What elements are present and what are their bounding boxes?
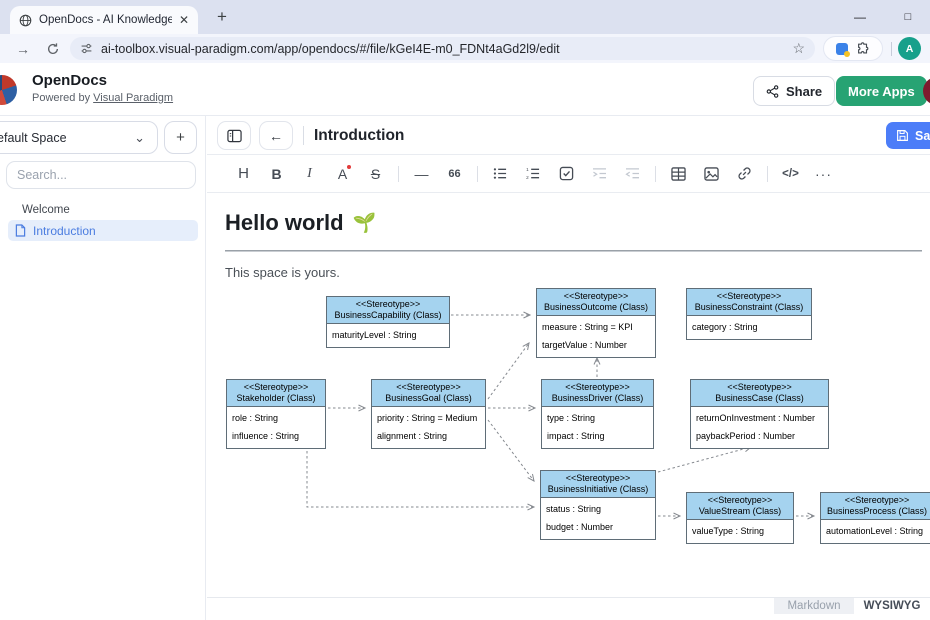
editor-main: ← Introduction Save H B I A S — 66 bbox=[207, 116, 930, 620]
sidebar-search[interactable] bbox=[6, 161, 196, 189]
sidebar-item-introduction[interactable]: Introduction bbox=[8, 220, 198, 241]
toolbar-divider bbox=[398, 166, 399, 182]
font-color-button[interactable]: A bbox=[326, 161, 359, 187]
indent-button[interactable] bbox=[583, 161, 616, 187]
extensions-pill bbox=[823, 36, 883, 61]
more-tools-button[interactable]: ··· bbox=[807, 161, 840, 187]
font-color-label: A bbox=[338, 166, 347, 182]
doc-body-text: This space is yours. bbox=[225, 265, 340, 280]
color-dot bbox=[347, 165, 351, 169]
navbar-separator bbox=[891, 42, 892, 56]
reload-button[interactable] bbox=[42, 38, 64, 60]
sidebar: Default Space ⌄ + Welcome Introduction bbox=[0, 116, 206, 620]
app-header: OpenDocs Powered by Visual Paradigm Shar… bbox=[0, 63, 930, 116]
add-space-button[interactable]: + bbox=[164, 121, 197, 154]
browser-tab[interactable]: OpenDocs - AI Knowledge Base ✕ bbox=[10, 6, 198, 34]
space-selector[interactable]: Default Space ⌄ bbox=[0, 121, 158, 154]
bookmark-star-icon[interactable]: ☆ bbox=[792, 40, 805, 57]
toggle-sidebar-button[interactable] bbox=[217, 121, 251, 150]
link-button[interactable] bbox=[728, 161, 761, 187]
back-button[interactable]: ← bbox=[259, 121, 293, 150]
toolbar-divider bbox=[767, 166, 768, 182]
blockquote-button[interactable]: 66 bbox=[438, 161, 471, 187]
numbered-list-button[interactable]: 12 bbox=[517, 161, 550, 187]
sidebar-item-label: Introduction bbox=[33, 224, 96, 238]
more-apps-button[interactable]: More Apps bbox=[836, 76, 927, 106]
strikethrough-button[interactable]: S bbox=[359, 161, 392, 187]
toolbar-divider bbox=[477, 166, 478, 182]
document-icon bbox=[15, 224, 26, 237]
save-floppy-icon bbox=[896, 129, 909, 142]
svg-text:2: 2 bbox=[526, 175, 529, 180]
browser-window: OpenDocs - AI Knowledge Base ✕ + — □ → a… bbox=[0, 0, 930, 620]
doc-heading-rule bbox=[225, 250, 922, 252]
sidebar-section-welcome: Welcome bbox=[22, 204, 70, 216]
space-selector-label: Default Space bbox=[0, 131, 134, 145]
heading-button[interactable]: H bbox=[227, 161, 260, 187]
horizontal-rule-button[interactable]: — bbox=[405, 161, 438, 187]
tab-title: OpenDocs - AI Knowledge Base bbox=[39, 14, 172, 26]
bullet-list-button[interactable] bbox=[484, 161, 517, 187]
powered-by-prefix: Powered by bbox=[32, 92, 93, 104]
chevron-down-icon: ⌄ bbox=[134, 130, 145, 146]
globe-favicon-icon bbox=[19, 14, 32, 27]
window-maximize-button[interactable]: □ bbox=[888, 0, 928, 34]
tab-close-icon[interactable]: ✕ bbox=[179, 13, 189, 27]
new-tab-button[interactable]: + bbox=[210, 5, 234, 29]
url-text[interactable]: ai-toolbox.visual-paradigm.com/app/opend… bbox=[101, 42, 784, 56]
address-bar[interactable]: ai-toolbox.visual-paradigm.com/app/opend… bbox=[70, 37, 815, 60]
search-input[interactable] bbox=[7, 162, 195, 188]
doc-heading: Hello world 🌱 bbox=[225, 210, 376, 236]
share-icon bbox=[766, 85, 779, 98]
share-button[interactable]: Share bbox=[753, 76, 835, 106]
browser-tabstrip: OpenDocs - AI Knowledge Base ✕ + — □ bbox=[0, 0, 930, 34]
image-button[interactable] bbox=[695, 161, 728, 187]
save-button[interactable]: Save bbox=[886, 122, 930, 149]
svg-text:1: 1 bbox=[526, 167, 529, 172]
task-list-button[interactable] bbox=[550, 161, 583, 187]
doc-heading-text: Hello world bbox=[225, 210, 344, 236]
editor-mode-bar: Markdown WYSIWYG bbox=[207, 597, 930, 614]
document-title: Introduction bbox=[314, 116, 404, 155]
site-info-icon[interactable] bbox=[80, 42, 93, 55]
extensions-puzzle-icon[interactable] bbox=[856, 42, 870, 56]
window-minimize-button[interactable]: — bbox=[840, 0, 880, 34]
tab-markdown[interactable]: Markdown bbox=[774, 598, 854, 614]
browser-navbar: → ai-toolbox.visual-paradigm.com/app/ope… bbox=[0, 34, 930, 63]
browser-profile-avatar[interactable]: A bbox=[898, 37, 921, 60]
bold-button[interactable]: B bbox=[260, 161, 293, 187]
forward-button[interactable]: → bbox=[12, 38, 34, 60]
visual-paradigm-link[interactable]: Visual Paradigm bbox=[93, 92, 173, 104]
editor-topbar: ← Introduction Save bbox=[207, 116, 930, 155]
table-button[interactable] bbox=[662, 161, 695, 187]
topbar-divider bbox=[303, 126, 304, 145]
seedling-emoji-icon: 🌱 bbox=[353, 211, 377, 235]
formatting-toolbar: H B I A S — 66 12 bbox=[207, 155, 930, 193]
toolbar-divider bbox=[655, 166, 656, 182]
opendocs-logo-icon bbox=[0, 75, 17, 105]
tab-wysiwyg[interactable]: WYSIWYG bbox=[854, 598, 930, 614]
share-label: Share bbox=[786, 84, 822, 99]
save-label: Save bbox=[915, 129, 930, 143]
extension-icon[interactable] bbox=[836, 43, 848, 55]
powered-by: Powered by Visual Paradigm bbox=[32, 92, 173, 104]
italic-button[interactable]: I bbox=[293, 161, 326, 187]
app-name: OpenDocs bbox=[32, 72, 107, 89]
outdent-button[interactable] bbox=[616, 161, 649, 187]
code-button[interactable]: </> bbox=[774, 161, 807, 187]
